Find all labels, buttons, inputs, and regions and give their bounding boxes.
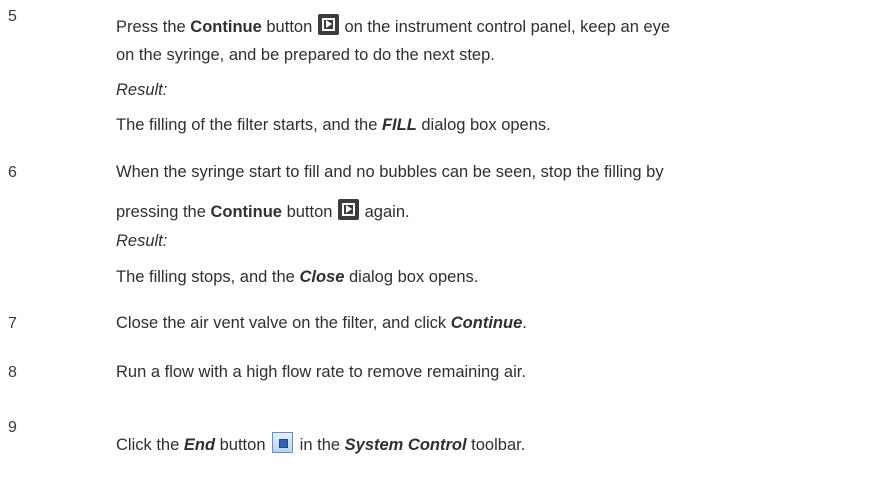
end-button-icon	[272, 432, 294, 453]
step-text: Click the End button in the System Contr…	[116, 432, 525, 455]
step-text: Close the air vent valve on the filter, …	[116, 314, 527, 332]
step-number: 9	[8, 419, 17, 436]
result-label: Result:	[116, 232, 168, 250]
continue-label: Continue	[210, 203, 282, 221]
result-text: The filling of the filter starts, and th…	[116, 116, 551, 134]
step-text: Press the Continue button on the instrum…	[116, 14, 670, 37]
continue-button-icon	[338, 199, 360, 220]
continue-label: Continue	[190, 18, 262, 36]
step-text: on the syringe, and be prepared to do th…	[116, 46, 495, 64]
step-number: 8	[8, 364, 17, 381]
step-text: Run a flow with a high flow rate to remo…	[116, 363, 526, 381]
step-text: When the syringe start to fill and no bu…	[116, 163, 664, 181]
continue-button-icon	[317, 14, 339, 35]
step-number: 5	[8, 8, 17, 25]
result-text: The filling stops, and the Close dialog …	[116, 268, 479, 286]
step-number: 7	[8, 315, 17, 332]
step-text: pressing the Continue button again.	[116, 199, 410, 222]
step-number: 6	[8, 164, 17, 181]
result-label: Result:	[116, 81, 168, 99]
